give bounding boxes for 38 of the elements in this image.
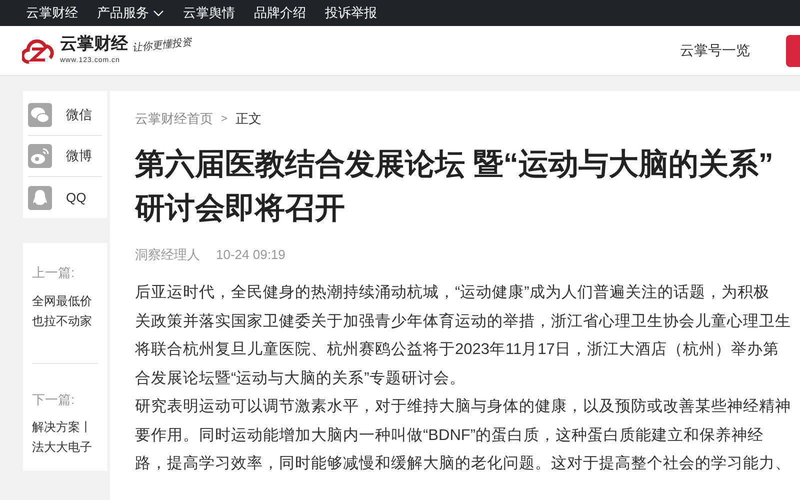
edge-button[interactable] <box>786 34 800 66</box>
paragraph-line: 要作用。同时运动能增加大脑内一种叫做“BDNF”的蛋白质，这种蛋白质能建立和保养神经 <box>135 426 764 446</box>
paragraph-line: 合发展论坛暨“运动与大脑的关系”专题研讨会。 <box>135 368 466 388</box>
penguin-icon <box>28 186 52 210</box>
adjacent-heading: 上一篇: <box>32 264 76 282</box>
header-link[interactable]: 云掌号一览 <box>680 40 750 61</box>
slogan: 让你更懂投资 <box>131 36 193 56</box>
breadcrumb-link[interactable]: 云掌财经首页 <box>135 109 213 128</box>
chat-bubbles-icon <box>28 103 52 127</box>
share-link[interactable]: QQ <box>28 177 102 218</box>
share-link[interactable]: 微博 <box>28 136 102 177</box>
paragraph-line: 后亚运时代，全民健身的热潮持续涌动杭城，“运动健康”成为人们普遍关注的话题，为积极 <box>135 282 770 303</box>
breadcrumb-separator: > <box>221 112 228 126</box>
paragraph-line: 路，提高学习效率，同时能够减慢和缓解大脑的老化问题。这对于提高整个社会的学习能力、 <box>135 454 791 474</box>
share-label: 微信 <box>66 106 92 124</box>
nav-link[interactable]: 云掌财经 <box>26 0 78 26</box>
nav-link[interactable]: 产品服务 <box>97 0 164 26</box>
breadcrumb-current: 正文 <box>235 110 262 128</box>
paragraph-line: 将联合杭州复旦儿童医院、杭州赛鸥公益将于2023年11月17日，浙江大酒店（杭州）举办第 <box>135 340 779 360</box>
weibo-icon <box>28 144 52 168</box>
article-time: 10-24 09:19 <box>216 246 286 264</box>
adjacent-article-link[interactable]: 法大大电子 <box>32 437 98 457</box>
paragraph-line: 关政策并落实国家卫健委关于加强青少年体育运动的举措，浙江省心理卫生协会儿童心理卫生 <box>135 312 791 332</box>
share-label: 微博 <box>66 147 92 166</box>
article-author: 洞察经理人 <box>135 246 200 264</box>
article-title: 第六届医教结合发展论坛 暨“运动与大脑的关系” <box>135 146 774 182</box>
paragraph-line: 研究表明运动可以调节激素水平，对于维持大脑与身体的健康，以及预防或改善某些神经精神 <box>135 396 791 417</box>
adjacent-article-link[interactable]: 也拉不动家 <box>32 310 98 330</box>
adjacent-article-link[interactable]: 全网最低价 <box>32 290 98 310</box>
share-link[interactable]: 微信 <box>28 95 102 136</box>
nav-link[interactable]: 云掌舆情 <box>183 0 235 26</box>
nav-link[interactable]: 投诉举报 <box>325 0 377 26</box>
adjacent-heading: 下一篇: <box>32 390 76 408</box>
nav-link[interactable]: 品牌介绍 <box>254 0 306 26</box>
adjacent-article-link[interactable]: 解决方案丨 <box>32 417 98 437</box>
logo-text: 云掌财经 <box>60 34 128 52</box>
article-title: 研讨会即将召开 <box>135 190 345 226</box>
share-label: QQ <box>66 188 86 207</box>
